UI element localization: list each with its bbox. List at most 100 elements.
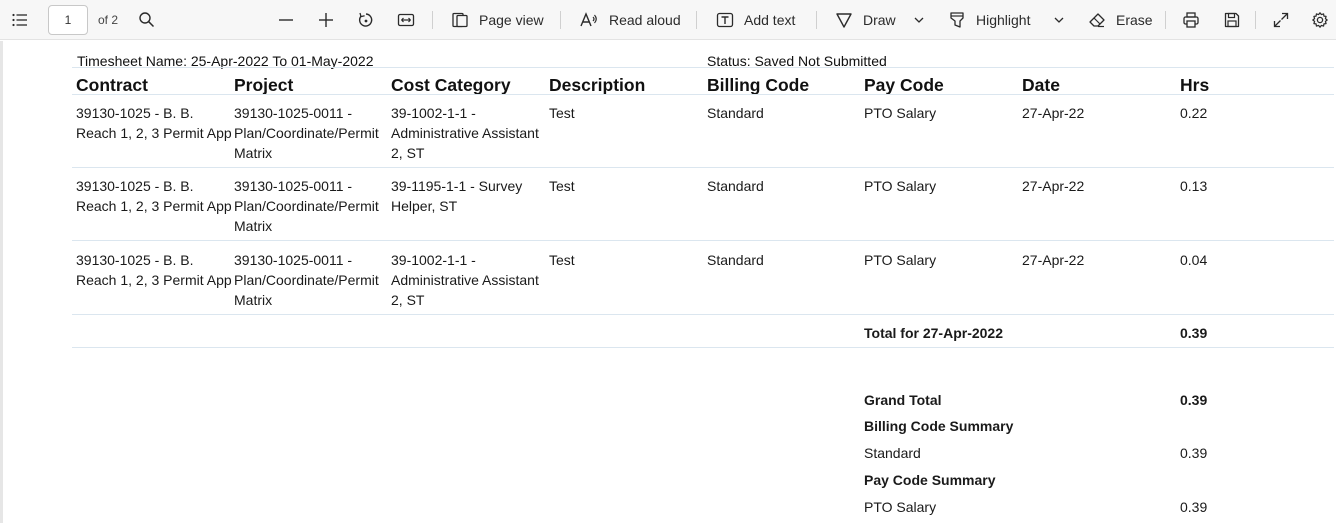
print-button[interactable] (1182, 0, 1200, 40)
divider (72, 167, 1334, 168)
project-cell: 39130-1025-0011 - Plan/Coordinate/Permit… (234, 105, 379, 161)
add-text-label: Add text (744, 12, 796, 28)
divider (72, 94, 1334, 95)
read-aloud-icon (580, 12, 597, 27)
column-header-billing-code: Billing Code (707, 75, 810, 95)
column-header-project: Project (234, 75, 294, 95)
highlight-options-dropdown[interactable] (1053, 0, 1065, 40)
toolbar-divider (816, 11, 817, 29)
pay-summary-item: PTO Salary (864, 499, 937, 515)
expand-icon (1273, 12, 1289, 28)
plus-icon (319, 13, 333, 27)
column-header-pay-code: Pay Code (864, 75, 944, 95)
divider (72, 240, 1334, 241)
highlighter-icon (950, 12, 964, 28)
draw-icon (836, 13, 852, 28)
page-count: of 2 (98, 13, 119, 27)
billing-code-cell: Standard (707, 105, 764, 121)
hrs-cell: 0.13 (1180, 178, 1208, 194)
column-header-hrs: Hrs (1180, 75, 1210, 95)
fit-width-icon (397, 13, 415, 27)
save-button[interactable] (1223, 0, 1241, 40)
billing-summary-value: 0.39 (1180, 445, 1208, 461)
page-number-input[interactable]: 1 (48, 5, 88, 35)
toolbar-divider (432, 11, 433, 29)
settings-button[interactable] (1311, 0, 1329, 40)
pay-code-cell: PTO Salary (864, 252, 937, 268)
add-text-button[interactable]: Add text (716, 0, 795, 40)
page-edge (0, 41, 3, 523)
contents-list-button[interactable] (11, 0, 29, 40)
fit-to-width-button[interactable] (397, 0, 415, 40)
column-header-contract: Contract (76, 75, 148, 95)
daily-total-label: Total for 27-Apr-2022 (864, 325, 1003, 341)
chevron-down-icon (914, 17, 924, 23)
cost-category-cell: 39-1195-1-1 - Survey Helper, ST (391, 178, 523, 214)
daily-total-value: 0.39 (1180, 325, 1208, 341)
contract-cell: 39130-1025 - B. B. Reach 1, 2, 3 Permit … (76, 252, 232, 288)
column-header-description: Description (549, 75, 646, 95)
add-text-icon (716, 12, 734, 28)
page-view-label: Page view (479, 12, 544, 28)
search-button[interactable] (138, 0, 156, 40)
pay-code-cell: PTO Salary (864, 105, 937, 121)
pdf-toolbar: 1 of 2 Page view Read aloud Add text Dra… (0, 0, 1336, 40)
cost-category-cell: 39-1002-1-1 - Administrative Assistant 2… (391, 252, 539, 308)
toolbar-divider (560, 11, 561, 29)
contract-cell: 39130-1025 - B. B. Reach 1, 2, 3 Permit … (76, 105, 232, 141)
highlight-label: Highlight (976, 12, 1031, 28)
project-cell: 39130-1025-0011 - Plan/Coordinate/Permit… (234, 178, 379, 234)
toolbar-divider (1165, 11, 1166, 29)
search-icon (139, 12, 155, 28)
zoom-in-button[interactable] (317, 0, 335, 40)
read-aloud-label: Read aloud (609, 12, 681, 28)
pay-summary-value: 0.39 (1180, 499, 1208, 515)
toolbar-divider (696, 11, 697, 29)
hrs-cell: 0.04 (1180, 252, 1208, 268)
grand-total-value: 0.39 (1180, 392, 1208, 408)
billing-summary-item: Standard (864, 445, 921, 461)
chevron-down-icon (1054, 17, 1064, 23)
save-icon (1224, 12, 1240, 28)
date-cell: 27-Apr-22 (1022, 178, 1085, 194)
zoom-out-button[interactable] (277, 0, 295, 40)
read-aloud-button[interactable]: Read aloud (579, 0, 681, 40)
eraser-icon (1089, 13, 1105, 28)
billing-code-summary-label: Billing Code Summary (864, 418, 1014, 434)
toolbar-divider (1255, 11, 1256, 29)
gear-icon (1312, 12, 1328, 28)
timesheet-name: Timesheet Name: 25-Apr-2022 To 01-May-20… (77, 53, 374, 69)
description-cell: Test (549, 178, 575, 194)
full-screen-button[interactable] (1272, 0, 1290, 40)
list-icon (12, 13, 27, 27)
rotate-button[interactable] (357, 0, 375, 40)
divider (72, 347, 1334, 348)
divider (72, 314, 1334, 315)
billing-code-cell: Standard (707, 252, 764, 268)
draw-label: Draw (863, 12, 896, 28)
page-view-button[interactable]: Page view (451, 0, 544, 40)
erase-label: Erase (1116, 12, 1153, 28)
description-cell: Test (549, 105, 575, 121)
rotate-icon (358, 12, 373, 27)
page-view-icon (452, 12, 468, 28)
column-header-cost-category: Cost Category (391, 75, 511, 95)
column-header-date: Date (1022, 75, 1060, 95)
printer-icon (1183, 12, 1199, 28)
date-cell: 27-Apr-22 (1022, 252, 1085, 268)
project-cell: 39130-1025-0011 - Plan/Coordinate/Permit… (234, 252, 379, 308)
contract-cell: 39130-1025 - B. B. Reach 1, 2, 3 Permit … (76, 178, 232, 214)
highlight-button[interactable]: Highlight (948, 0, 1030, 40)
date-cell: 27-Apr-22 (1022, 105, 1085, 121)
erase-button[interactable]: Erase (1088, 0, 1153, 40)
cost-category-cell: 39-1002-1-1 - Administrative Assistant 2… (391, 105, 539, 161)
draw-button[interactable]: Draw (835, 0, 896, 40)
grand-total-label: Grand Total (864, 392, 942, 408)
hrs-cell: 0.22 (1180, 105, 1208, 121)
minus-icon (279, 19, 293, 21)
divider (72, 67, 1334, 68)
description-cell: Test (549, 252, 575, 268)
draw-options-dropdown[interactable] (913, 0, 925, 40)
billing-code-cell: Standard (707, 178, 764, 194)
pay-code-cell: PTO Salary (864, 178, 937, 194)
